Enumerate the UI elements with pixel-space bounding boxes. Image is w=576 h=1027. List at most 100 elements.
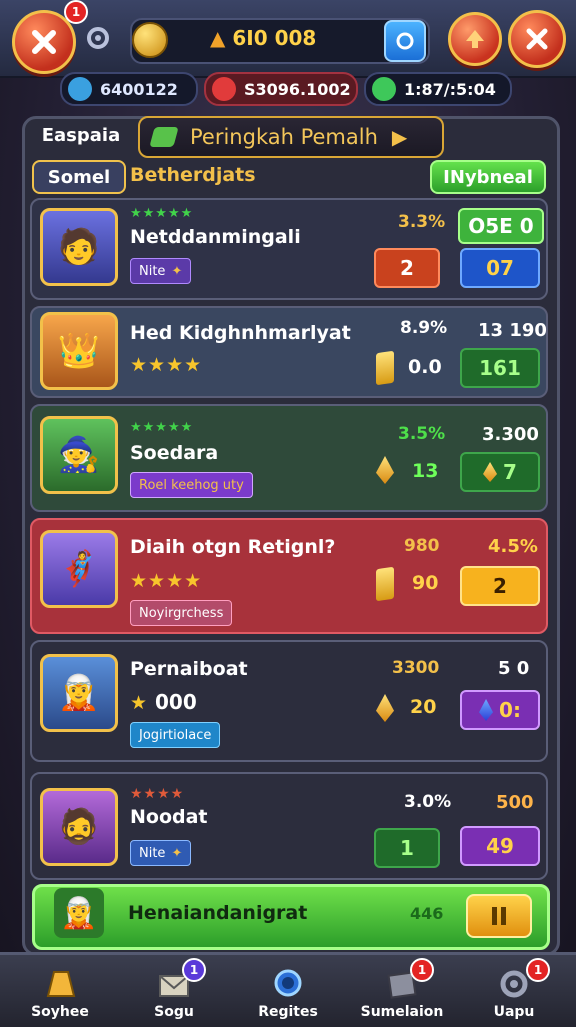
nav-label: Regites <box>258 1004 318 1020</box>
resource-1-value: 6400122 <box>100 79 178 99</box>
right-button[interactable]: INybneal <box>430 160 546 194</box>
coin-icon <box>132 22 168 58</box>
player-name: Noodat <box>130 806 208 828</box>
shield-icon <box>212 77 236 101</box>
self-name: Henaiandanigrat <box>128 902 308 924</box>
resource-2-value: S3096.1002 <box>244 79 351 99</box>
resource-3: 1:87/:5:04 <box>364 72 512 106</box>
close-icon <box>526 28 548 50</box>
notification-badge: 1 <box>526 958 550 982</box>
score-top: 13 190 <box>478 320 547 341</box>
player-tag: Nite ✦ <box>130 840 192 866</box>
notification-badge: 1 <box>410 958 434 982</box>
scroll-icon <box>376 566 394 602</box>
ticket-icon: ✦ <box>171 263 183 279</box>
gear-icon[interactable] <box>84 24 112 52</box>
score-box[interactable]: 7 <box>460 452 540 492</box>
nav-item-rankings[interactable]: Regites <box>240 958 336 1020</box>
avatar: 👑 <box>40 312 118 390</box>
leaf-icon <box>149 127 179 147</box>
mid-value: 90 <box>412 572 439 594</box>
upgrade-button[interactable] <box>448 12 502 66</box>
player-name: Pernaiboat <box>130 658 248 680</box>
percent-value: 3.0% <box>404 792 452 812</box>
crystal-icon <box>68 77 92 101</box>
percent-value: 8.9% <box>400 318 448 338</box>
rating-value: 000 <box>155 690 197 714</box>
ticket-icon: ✦ <box>171 845 183 861</box>
filter-label: Betherdjats <box>130 164 256 186</box>
score-box[interactable]: 07 <box>460 248 540 288</box>
rank-box: 1 <box>374 828 440 868</box>
exit-button[interactable] <box>508 10 566 68</box>
blue-gem-icon <box>479 699 494 721</box>
rating-stars: ★ <box>130 692 149 714</box>
player-tag: Jogirtiolace <box>130 722 221 748</box>
nav-item-events[interactable]: Sumelaion <box>354 958 450 1020</box>
filter-tab[interactable]: Somel <box>32 160 126 194</box>
resource-3-value: 1:87/:5:04 <box>404 79 496 99</box>
nav-item-mail[interactable]: Sogu <box>126 958 222 1020</box>
score-box[interactable]: 161 <box>460 348 540 388</box>
nav-label: Soyhee <box>31 1004 89 1020</box>
gold-gem-icon <box>483 462 498 482</box>
player-tag: Noyirgrchess <box>130 600 233 626</box>
refresh-button[interactable] <box>384 20 426 62</box>
player-name: Netddanmingali <box>130 226 301 248</box>
percent-value: 3.3% <box>398 212 446 232</box>
score-top: 500 <box>496 792 534 813</box>
mid-value: 0.0 <box>408 356 442 378</box>
rating: ★ 000 <box>130 690 197 714</box>
nav-label: Sumelaion <box>360 1004 444 1020</box>
score-value: 7 <box>503 460 517 484</box>
percent-value: 3.5% <box>398 424 446 444</box>
pause-button[interactable] <box>466 894 532 938</box>
rating-stars: ★★★★ <box>130 570 203 592</box>
pause-icon <box>492 907 506 925</box>
tag-label: Nite <box>139 263 166 279</box>
rating-stars: ★★★★ <box>130 786 185 802</box>
player-tag: Nite ✦ <box>130 258 192 284</box>
page-title: Peringkah Pemalh <box>190 125 378 149</box>
score-box[interactable]: 0: <box>460 690 540 730</box>
resource-2: S3096.1002 <box>204 72 358 106</box>
resource-1: 6400122 <box>60 72 198 106</box>
score-box[interactable]: 49 <box>460 826 540 866</box>
mid-value: 13 <box>412 460 439 482</box>
nav-label: Uapu <box>493 1004 535 1020</box>
currency-value: ▲ 6I0 008 <box>210 26 317 50</box>
avatar: 🦸 <box>40 530 118 608</box>
nav-item-shop[interactable]: Soyhee <box>12 958 108 1020</box>
refresh-icon <box>396 32 414 50</box>
rating-stars: ★★★★★ <box>130 206 194 221</box>
avatar: 🧝 <box>54 888 104 938</box>
score-top: 3.300 <box>482 424 539 445</box>
player-tag: Roel keehog uty <box>130 472 253 498</box>
rating-stars: ★★★★ <box>130 354 203 376</box>
nav-label: Sogu <box>154 1004 194 1020</box>
avatar: 🧝 <box>40 654 118 732</box>
score-box[interactable]: 2 <box>460 566 540 606</box>
rank-box: 2 <box>374 248 440 288</box>
score-value: 0: <box>499 698 521 722</box>
self-value: 446 <box>410 904 444 923</box>
title-banner: Peringkah Pemalh ▶ <box>138 116 444 158</box>
percent-value: 3300 <box>392 658 440 678</box>
avatar: 🧑 <box>40 208 118 286</box>
gold-bar-icon <box>46 971 76 997</box>
tab-small[interactable]: Easpaia <box>32 118 130 152</box>
notification-badge: 1 <box>64 0 88 24</box>
arrow-up-icon <box>466 30 484 48</box>
avatar: 🧙 <box>40 416 118 494</box>
tag-label: Nite <box>139 845 166 861</box>
close-icon <box>32 30 56 54</box>
arrow-right-icon: ▶ <box>391 125 408 149</box>
scroll-icon <box>376 350 394 386</box>
globe-icon <box>372 77 396 101</box>
score-top: 4.5% <box>488 536 538 557</box>
mid-value: 20 <box>410 696 437 718</box>
rating-stars: ★★★★★ <box>130 420 194 435</box>
score-top: O5E 0 <box>458 208 544 244</box>
currency-amount: 6I0 008 <box>232 26 317 50</box>
score-top: 5 0 <box>498 658 530 679</box>
